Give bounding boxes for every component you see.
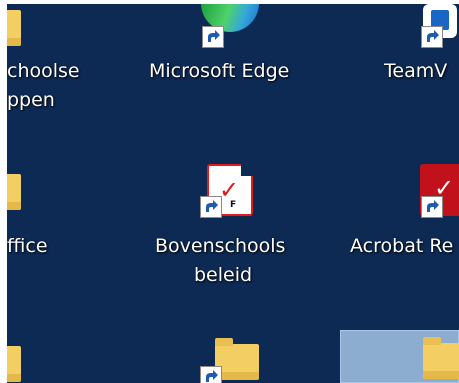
folder-icon: [7, 174, 21, 210]
shortcut-arrow-icon: [200, 366, 222, 383]
shortcut-arrow-icon: [421, 196, 443, 218]
desktop-icon-label: Bovenschools: [155, 235, 286, 257]
desktop-icon-label: ffice: [7, 235, 48, 257]
selected-icon-highlight[interactable]: [340, 330, 459, 383]
shortcut-arrow-icon: [200, 196, 222, 218]
shortcut-arrow-icon: [202, 26, 224, 48]
desktop: choolse ppen Microsoft Edge TeamV ffice …: [7, 4, 459, 383]
desktop-icon-label: beleid: [194, 264, 253, 286]
desktop-icon-label: Microsoft Edge: [149, 60, 290, 82]
folder-icon: [7, 346, 21, 382]
desktop-icon-label: Acrobat Re: [350, 235, 454, 257]
desktop-icon-label: ppen: [7, 89, 55, 111]
desktop-icon-label: choolse: [7, 60, 80, 82]
shortcut-arrow-icon: [421, 26, 443, 48]
folder-icon: [7, 10, 21, 46]
desktop-icon-label: TeamV: [384, 60, 448, 82]
folder-icon: [423, 337, 459, 379]
